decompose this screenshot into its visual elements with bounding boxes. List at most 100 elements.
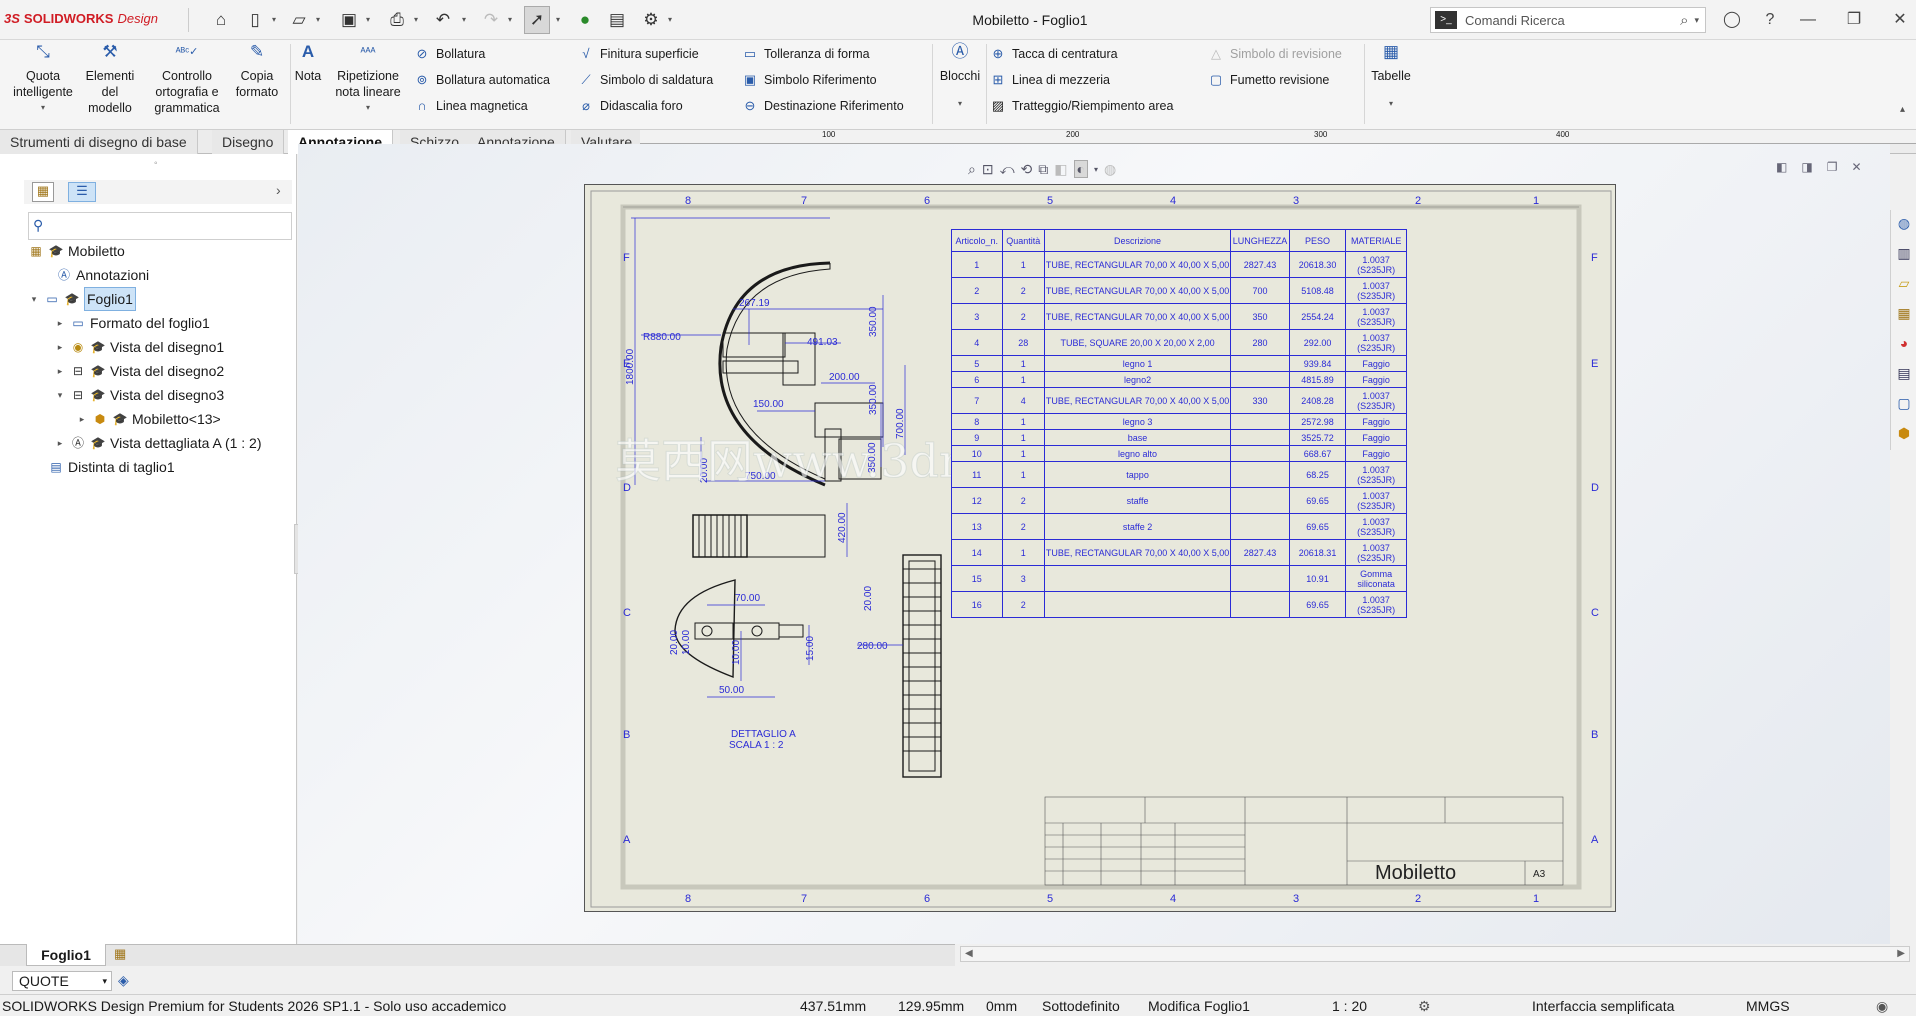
layer-select[interactable]: QUOTE ▾ (12, 971, 112, 991)
tree-item-annotations[interactable]: Ⓐ Annotazioni (56, 264, 149, 286)
horizontal-scrollbar[interactable]: ◀ ▶ (960, 946, 1910, 962)
open-folder-icon[interactable]: ▱ (286, 6, 312, 34)
table-row[interactable]: 14 1 TUBE, RECTANGULAR 70,00 X 40,00 X 5,0… (951, 539, 1407, 566)
chevron-right-icon[interactable]: ▸ (54, 312, 66, 334)
rebuild-icon[interactable]: ⚙ (1418, 998, 1431, 1015)
chevron-right-icon[interactable]: ▸ (54, 360, 66, 382)
tab-drawing[interactable]: Disegno (212, 130, 285, 154)
chevron-right-icon[interactable]: ▸ (54, 336, 66, 358)
weld-symbol-button[interactable]: ⟋ Simbolo di saldatura (578, 70, 713, 90)
feature-manager-tab-icon[interactable]: ▦ (32, 182, 54, 202)
model-items-button[interactable]: ⚒ Elementi del modello (82, 43, 138, 116)
blocks-button[interactable]: Ⓐ Blocchi ▾ (936, 43, 984, 112)
user-account-icon[interactable]: ◯ (1720, 8, 1744, 32)
chevron-down-icon[interactable]: ▾ (8, 100, 78, 116)
layer-properties-icon[interactable]: ◈ (118, 972, 129, 989)
search-icon[interactable]: ⌕ (1680, 12, 1688, 29)
solidworks-apps-icon[interactable]: ⬢ (1895, 424, 1913, 442)
solidworks-logo[interactable]: 3S SOLIDWORKS Design (4, 11, 158, 26)
chevron-down-icon[interactable]: ▾ (556, 15, 564, 25)
magnetic-line-button[interactable]: ∩ Linea magnetica (414, 96, 527, 116)
search-input[interactable]: Comandi Ricerca (1465, 13, 1680, 28)
table-row[interactable]: 1 1 TUBE, RECTANGULAR 70,00 X 40,00 X 5,00… (951, 251, 1407, 278)
chevron-down-icon[interactable]: ▾ (54, 384, 66, 406)
file-properties-icon[interactable]: ▤ (604, 6, 630, 34)
notifications-icon[interactable]: ◉ (1876, 998, 1888, 1015)
tile-left-icon[interactable]: ◧ (1776, 160, 1787, 174)
tree-item-detail-view[interactable]: ▸ Ⓐ 🎓 Vista dettagliata A (1 : 2) (54, 432, 262, 454)
help-icon[interactable]: ? (1758, 8, 1782, 32)
chevron-right-icon[interactable]: ▸ (54, 432, 66, 454)
table-row[interactable]: 16 2 69.65 1.0037 (S235JR) (951, 591, 1407, 618)
traffic-light-icon[interactable]: ● (572, 6, 598, 34)
close-viewport-icon[interactable]: ✕ (1851, 160, 1861, 174)
view-orientation-icon[interactable]: ⧉ (1038, 161, 1048, 178)
chevron-down-icon[interactable]: ▾ (316, 15, 324, 25)
panel-grip-icon[interactable]: ◦ (154, 158, 158, 169)
drawing-sheet[interactable]: 8 7 6 5 4 3 2 1 8 7 6 5 4 3 2 1 F E D C … (584, 184, 1616, 912)
home-icon[interactable]: ⌂ (208, 6, 234, 34)
table-row[interactable]: 15 3 10.91 Gomma siliconata (951, 565, 1407, 592)
select-pointer-icon[interactable]: ➚ (524, 6, 550, 34)
custom-properties-icon[interactable]: ▤ (1895, 364, 1913, 382)
tree-item-drawing-view3[interactable]: ▾ ⊟ 🎓 Vista del disegno3 (54, 384, 224, 406)
tree-item-drawing-view1[interactable]: ▸ ◉ 🎓 Vista del disegno1 (54, 336, 224, 358)
auto-balloon-button[interactable]: ⊚ Bollatura automatica (414, 70, 550, 90)
table-row[interactable]: 13 2 staffe 2 69.65 1.0037 (S235JR) (951, 513, 1407, 540)
table-row[interactable]: 7 4 TUBE, RECTANGULAR 70,00 X 40,00 X 5,00… (951, 387, 1407, 414)
restore-viewport-icon[interactable]: ❐ (1827, 160, 1838, 174)
scroll-left-icon[interactable]: ◀ (965, 948, 973, 959)
format-painter-button[interactable]: ✎ Copia formato (228, 43, 286, 100)
table-row[interactable]: 12 2 staffe 69.65 1.0037 (S235JR) (951, 487, 1407, 514)
status-interface[interactable]: Interfaccia semplificata (1532, 998, 1674, 1014)
status-scale[interactable]: 1 : 20 (1332, 998, 1367, 1014)
chevron-down-icon[interactable]: ▾ (28, 288, 40, 310)
table-row[interactable]: 8 1 legno 3 2572.98 Faggio (951, 413, 1407, 430)
chevron-down-icon[interactable]: ▾ (366, 15, 374, 25)
tables-button[interactable]: ▦ Tabelle ▾ (1368, 43, 1414, 112)
status-units[interactable]: MMGS (1746, 998, 1790, 1014)
table-row[interactable]: 9 1 base 3525.72 Faggio (951, 429, 1407, 446)
datum-feature-button[interactable]: ▣ Simbolo Riferimento (742, 70, 877, 90)
previous-view-icon[interactable]: ⤺ (1000, 161, 1015, 178)
centerline-button[interactable]: ⊞ Linea di mezzeria (990, 70, 1110, 90)
balloon-button[interactable]: ⊘ Bollatura (414, 44, 486, 64)
chevron-down-icon[interactable]: ▾ (1094, 165, 1098, 174)
smart-dimension-button[interactable]: ⤡ Quota intelligente ▾ (8, 43, 78, 116)
collapse-ribbon-icon[interactable]: ▴ (1900, 104, 1905, 115)
datum-target-button[interactable]: ⊖ Destinazione Riferimento (742, 96, 904, 116)
revision-cloud-button[interactable]: ▢ Fumetto revisione (1208, 70, 1330, 90)
minimize-icon[interactable]: — (1796, 8, 1820, 32)
center-mark-button[interactable]: ⊕ Tacca di centratura (990, 44, 1118, 64)
chevron-down-icon[interactable]: ▾ (462, 15, 470, 25)
table-row[interactable]: 6 1 legno2 4815.89 Faggio (951, 371, 1407, 388)
tree-root[interactable]: ▦ 🎓 Mobiletto (28, 240, 124, 262)
table-row[interactable]: 4 28 TUBE, SQUARE 20,00 X 20,00 X 2,00 280 2… (951, 329, 1407, 356)
chevron-down-icon[interactable]: ▾ (414, 15, 422, 25)
hole-callout-button[interactable]: ⌀ Didascalia foro (578, 96, 683, 116)
property-manager-tab-icon[interactable]: ☰ (68, 182, 96, 202)
undo-icon[interactable]: ↶ (430, 6, 456, 34)
command-search[interactable]: >_ Comandi Ricerca ⌕ ▾ (1430, 7, 1706, 33)
table-row[interactable]: 3 2 TUBE, RECTANGULAR 70,00 X 40,00 X 5,00… (951, 303, 1407, 330)
save-icon[interactable]: ▣ (336, 6, 362, 34)
section-view-icon[interactable]: ⟲ (1021, 161, 1033, 178)
tree-item-assembly[interactable]: ▸ ⬢ 🎓 Mobiletto<13> (76, 408, 221, 430)
restore-icon[interactable]: ❐ (1842, 8, 1866, 32)
geometric-tolerance-button[interactable]: ▭ Tolleranza di forma (742, 44, 870, 64)
zoom-to-fit-icon[interactable]: ⌕ (968, 161, 976, 178)
table-row[interactable]: 11 1 tappo 68.25 1.0037 (S235JR) (951, 461, 1407, 488)
bill-of-materials-table[interactable]: Articolo_n. Quantità Descrizione LUNGHEZ… (951, 229, 1407, 618)
linear-note-pattern-button[interactable]: ᴬᴬᴬ Ripetizione nota lineare ▾ (330, 44, 406, 116)
chevron-right-icon[interactable]: › (276, 182, 281, 198)
new-document-icon[interactable]: ▯ (242, 6, 268, 34)
tree-filter-input[interactable]: ⚲ (28, 212, 292, 240)
print-icon[interactable]: ⎙ (384, 6, 410, 34)
scroll-right-icon[interactable]: ▶ (1897, 948, 1905, 959)
resources-globe-icon[interactable]: ◍ (1895, 214, 1913, 232)
note-button[interactable]: A Nota (292, 43, 324, 84)
gear-icon[interactable]: ⚙ (638, 6, 664, 34)
chevron-down-icon[interactable]: ▾ (668, 15, 676, 25)
zoom-to-area-icon[interactable]: ⊡ (982, 161, 994, 178)
design-library-icon[interactable]: ▥ (1895, 244, 1913, 262)
